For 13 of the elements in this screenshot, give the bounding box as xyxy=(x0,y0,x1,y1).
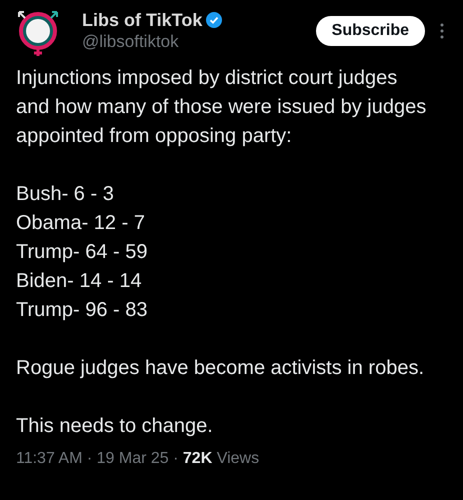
tally-line: Bush- 6 - 3 xyxy=(16,182,115,207)
author-name[interactable]: Libs of TikTok xyxy=(82,9,202,31)
tally-line: Trump- 64 - 59 xyxy=(16,240,149,265)
tally-line: Obama- 12 - 7 xyxy=(16,211,146,236)
tally-line: Trump- 96 - 83 xyxy=(16,298,149,323)
tweet-text: This needs to change. xyxy=(16,414,214,439)
tweet-text: Injunctions imposed by district court judges and how many of those were issued by judges appointed from opposing party: xyxy=(16,66,428,149)
tweet-text: Rogue judges have become activists in robes. xyxy=(16,356,426,381)
tally-line: Biden- 14 - 14 xyxy=(16,269,143,294)
more-options-icon[interactable] xyxy=(439,23,445,39)
subscribe-button[interactable]: Subscribe xyxy=(316,16,425,46)
author-handle[interactable]: @libsoftiktok xyxy=(82,31,222,53)
tweet-meta: 11:37 AM · 19 Mar 25 · 72K Views xyxy=(16,449,260,469)
